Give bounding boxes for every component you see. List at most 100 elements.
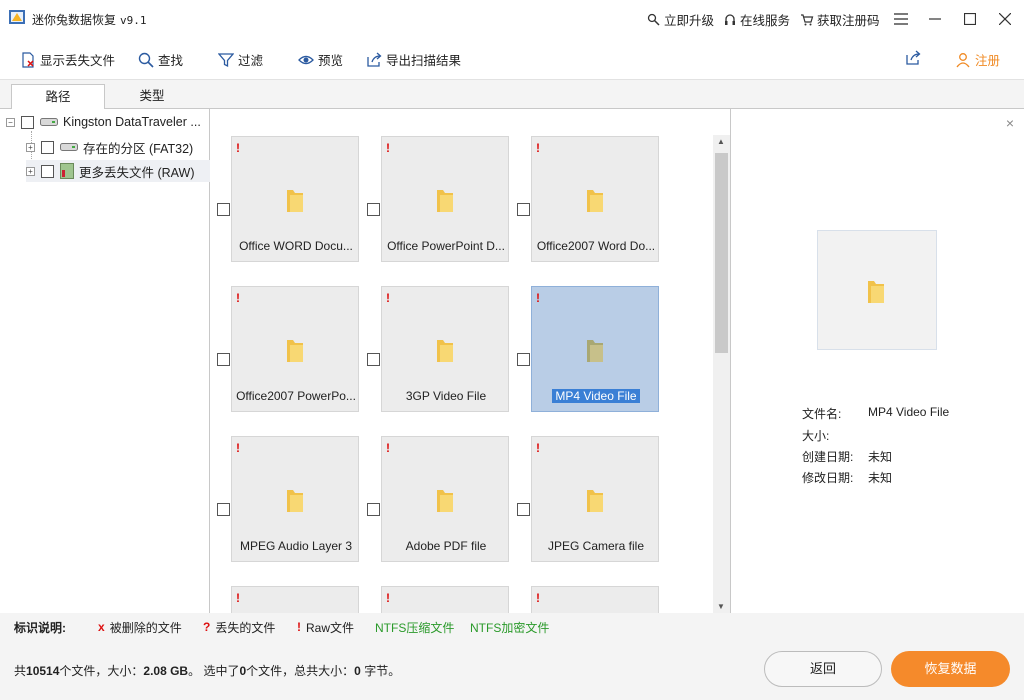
get-code-label: 获取注册码 (817, 14, 880, 28)
file-grid-item[interactable]: ! (511, 559, 661, 613)
modified-value: 未知 (868, 471, 893, 485)
scroll-thumb[interactable] (715, 153, 728, 353)
file-grid-item[interactable]: ! Adobe PDF file (361, 409, 511, 562)
file-name-label: 文件名: (802, 407, 842, 421)
file-grid-item[interactable]: ! 3GP Video File (361, 259, 511, 412)
file-count: 10514 (26, 664, 60, 678)
file-grid-item[interactable]: ! Office2007 PowerPo... (211, 259, 361, 412)
recover-data-button[interactable]: 恢复数据 (891, 651, 1010, 687)
user-icon (956, 52, 970, 67)
share-button[interactable] (905, 50, 921, 66)
lost-mark-icon: ? (203, 620, 211, 634)
vertical-scrollbar[interactable]: ▲ ▼ (713, 135, 730, 613)
raw-mark-icon: ! (536, 441, 540, 455)
legend-ntfs-encrypted: NTFS加密文件 (470, 620, 550, 635)
file-checkbox[interactable] (367, 203, 380, 216)
app-version: v9.1 (120, 14, 147, 27)
folder-icon (437, 490, 453, 512)
legend-title: 标识说明: (14, 620, 66, 635)
tab-type[interactable]: 类型 (105, 84, 199, 109)
file-checkbox[interactable] (217, 203, 230, 216)
eye-icon (298, 55, 314, 64)
raw-mark-icon: ! (236, 591, 240, 605)
file-checkbox[interactable] (517, 503, 530, 516)
file-checkbox[interactable] (367, 353, 380, 366)
upgrade-link[interactable]: 立即升级 (647, 10, 714, 29)
file-grid-item[interactable]: ! (361, 559, 511, 613)
file-grid-items: ! Office WORD Docu...! Office PowerPoint D… (211, 109, 711, 613)
legend-raw-label: Raw文件 (306, 620, 355, 635)
get-code-link[interactable]: 获取注册码 (800, 10, 880, 29)
online-service-link[interactable]: 在线服务 (723, 10, 790, 29)
minimize-icon (929, 18, 941, 20)
register-button[interactable]: 注册 (955, 50, 1000, 69)
find-button[interactable]: 查找 (138, 50, 183, 69)
back-button[interactable]: 返回 (764, 651, 882, 687)
menu-button[interactable] (888, 6, 914, 32)
upgrade-label: 立即升级 (664, 14, 715, 28)
preview-close-icon[interactable]: × (1006, 115, 1014, 131)
file-checkbox[interactable] (517, 203, 530, 216)
file-caption-text: MP4 Video File (552, 389, 640, 403)
scroll-up-arrow-icon[interactable]: ▲ (717, 137, 725, 146)
file-checkbox[interactable] (217, 503, 230, 516)
filter-button[interactable]: 过滤 (218, 50, 263, 69)
export-scan-results-button[interactable]: 导出扫描结果 (366, 50, 461, 69)
maximize-button[interactable] (957, 6, 983, 32)
raw-mark-icon: ! (386, 441, 390, 455)
size-label: 大小: (802, 429, 830, 443)
file-grid-item[interactable]: ! Office2007 Word Do... (511, 109, 661, 262)
collapse-icon[interactable]: − (6, 117, 15, 127)
expand-icon[interactable]: + (26, 142, 35, 152)
preview-label: 预览 (318, 54, 344, 68)
view-tabs: 路径 类型 (0, 80, 1024, 110)
tree-root-row[interactable]: − Kingston DataTraveler ... (6, 111, 201, 133)
path-tree: − Kingston DataTraveler ... + 存在的分区 (FAT… (0, 109, 210, 613)
file-caption-text: MPEG Audio Layer 3 (239, 539, 353, 553)
folder-icon (587, 340, 603, 362)
tree-item-more-lost-files[interactable]: + 更多丢失文件 (RAW) (26, 160, 210, 182)
file-thumbnail[interactable]: ! (381, 586, 509, 613)
file-caption: Office PowerPoint D... (379, 239, 513, 253)
status-bar: 共10514个文件，大小：2.08 GB。 选中了0个文件，总共大小：0 字节。… (0, 641, 1024, 700)
file-grid-item[interactable]: ! MP4 Video File (511, 259, 663, 412)
file-grid-item[interactable]: ! Office PowerPoint D... (361, 109, 513, 262)
tab-path[interactable]: 路径 (11, 84, 105, 110)
tree-item-checkbox[interactable] (41, 164, 54, 178)
file-grid: ! Office WORD Docu...! Office PowerPoint D… (211, 109, 731, 613)
modified-label: 修改日期: (802, 471, 854, 485)
file-checkbox[interactable] (517, 353, 530, 366)
tree-item-checkbox[interactable] (41, 140, 54, 154)
folder-icon (868, 281, 884, 303)
raw-mark-icon: ! (236, 441, 240, 455)
show-lost-files-button[interactable]: 显示丢失文件 (20, 50, 115, 69)
file-caption-text: 3GP Video File (405, 389, 487, 403)
toolbar: 显示丢失文件 查找 过滤 预览 导出扫描结果 注册 (0, 38, 1024, 80)
folder-icon (437, 190, 453, 212)
close-button[interactable] (992, 6, 1018, 32)
file-checkbox[interactable] (367, 503, 380, 516)
file-checkbox[interactable] (217, 353, 230, 366)
status-text-2: 个文件，大小： (59, 664, 144, 678)
app-logo-icon (9, 10, 25, 24)
file-caption: MPEG Audio Layer 3 (229, 539, 363, 553)
minimize-button[interactable] (922, 6, 948, 32)
file-caption-text: Office WORD Docu... (239, 239, 353, 253)
scroll-down-arrow-icon[interactable]: ▼ (717, 602, 725, 611)
file-thumbnail[interactable]: ! (231, 586, 359, 613)
file-grid-item[interactable]: ! MPEG Audio Layer 3 (211, 409, 363, 562)
app-name: 迷你兔数据恢复 (32, 13, 117, 27)
file-grid-item[interactable]: ! Office WORD Docu... (211, 109, 361, 262)
file-grid-item[interactable]: ! JPEG Camera file (511, 409, 661, 562)
expand-icon[interactable]: + (26, 166, 35, 176)
file-caption: MP4 Video File (529, 389, 663, 403)
file-caption-text: Office2007 PowerPo... (236, 389, 356, 403)
raw-mark-icon: ! (386, 591, 390, 605)
created-row: 创建日期: 未知 (802, 448, 892, 465)
tree-item-existing-partition[interactable]: + 存在的分区 (FAT32) (26, 136, 210, 158)
tree-root-checkbox[interactable] (21, 115, 34, 129)
tree-item-label: 更多丢失文件 (RAW) (79, 165, 195, 180)
preview-button[interactable]: 预览 (298, 50, 343, 69)
file-grid-item[interactable]: ! (211, 559, 361, 613)
file-thumbnail[interactable]: ! (531, 586, 659, 613)
